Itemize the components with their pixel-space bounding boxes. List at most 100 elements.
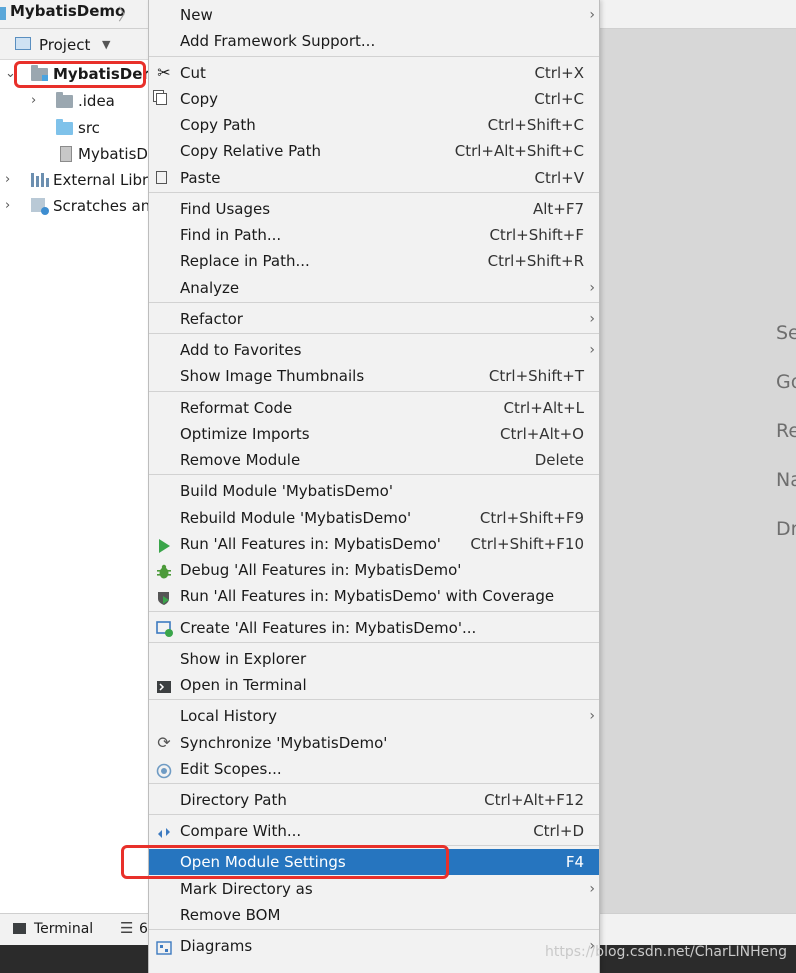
- menu-item-label: Replace in Path...: [180, 252, 310, 270]
- menu-item-label: Reformat Code: [180, 399, 293, 417]
- submenu-arrow-icon: ›: [589, 280, 595, 296]
- scope-icon: [156, 761, 172, 779]
- menu-item-remove-module[interactable]: Remove Module Delete: [149, 447, 599, 473]
- menu-item-label: Remove Module: [180, 451, 301, 469]
- menu-item-open-in-terminal[interactable]: Open in Terminal: [149, 672, 599, 698]
- menu-item-label: Local History: [180, 707, 278, 725]
- menu-item-add-to-favorites[interactable]: Add to Favorites ›: [149, 337, 599, 363]
- menu-item-paste[interactable]: Paste Ctrl+V: [149, 165, 599, 191]
- menu-item-shortcut: Ctrl+Alt+O: [500, 425, 584, 443]
- menu-item-rebuild-module[interactable]: Rebuild Module 'MybatisDemo' Ctrl+Shift+…: [149, 505, 599, 531]
- chevron-right-icon[interactable]: ›: [5, 167, 10, 193]
- menu-item-shortcut: Ctrl+Shift+C: [487, 116, 584, 134]
- menu-item-local-history[interactable]: Local History ›: [149, 703, 599, 729]
- menu-item-shortcut: Ctrl+Shift+F9: [479, 509, 584, 527]
- menu-item-label: Debug 'All Features in: MybatisDemo': [180, 561, 462, 579]
- menu-item-replace-in-path[interactable]: Replace in Path... Ctrl+Shift+R: [149, 248, 599, 274]
- menu-item-debug-all-features[interactable]: Debug 'All Features in: MybatisDemo': [149, 557, 599, 583]
- menu-item-label: Show in Explorer: [180, 650, 307, 668]
- menu-item-mark-directory-as[interactable]: Mark Directory as ›: [149, 876, 599, 902]
- menu-item-shortcut: Ctrl+C: [534, 90, 584, 108]
- scissors-icon: ✂: [157, 63, 171, 82]
- menu-item-copy-relative-path[interactable]: Copy Relative Path Ctrl+Alt+Shift+C: [149, 138, 599, 164]
- project-view-selector[interactable]: Project ▼: [0, 29, 150, 60]
- tree-item-src[interactable]: src: [0, 115, 150, 141]
- tree-item-label: External Libra: [53, 171, 158, 189]
- menu-item-build-module[interactable]: Build Module 'MybatisDemo': [149, 478, 599, 504]
- menu-item-directory-path[interactable]: Directory Path Ctrl+Alt+F12: [149, 787, 599, 813]
- menu-item-label: Copy Path: [180, 116, 256, 134]
- source-folder-icon: [56, 119, 73, 135]
- menu-item-copy-path[interactable]: Copy Path Ctrl+Shift+C: [149, 112, 599, 138]
- menu-item-label: Build Module 'MybatisDemo': [180, 482, 393, 500]
- editor-area: Se Go Re Na Dr: [599, 29, 796, 913]
- menu-item-shortcut: Ctrl+Shift+F: [489, 226, 584, 244]
- module-icon: [0, 7, 6, 20]
- menu-item-shortcut: Ctrl+X: [534, 64, 584, 82]
- menu-item-analyze[interactable]: Analyze ›: [149, 275, 599, 301]
- menu-item-refactor[interactable]: Refactor ›: [149, 306, 599, 332]
- menu-item-shortcut: Ctrl+Shift+T: [488, 367, 584, 385]
- todo-tab[interactable]: 6: [139, 921, 148, 937]
- menu-item-label: Run 'All Features in: MybatisDemo' with …: [180, 587, 555, 605]
- menu-item-optimize-imports[interactable]: Optimize Imports Ctrl+Alt+O: [149, 421, 599, 447]
- submenu-arrow-icon: ›: [589, 7, 595, 23]
- menu-item-create-configuration[interactable]: Create 'All Features in: MybatisDemo'...: [149, 615, 599, 641]
- menu-item-shortcut: Delete: [534, 451, 584, 469]
- menu-item-find-usages[interactable]: Find Usages Alt+F7: [149, 196, 599, 222]
- menu-item-find-in-path[interactable]: Find in Path... Ctrl+Shift+F: [149, 222, 599, 248]
- menu-item-label: Compare With...: [180, 822, 302, 840]
- menu-item-label: Directory Path: [180, 791, 287, 809]
- tree-item-scratches[interactable]: › Scratches and: [0, 193, 160, 219]
- menu-item-diagrams[interactable]: Diagrams ›: [149, 933, 599, 959]
- submenu-arrow-icon: ›: [589, 708, 595, 724]
- menu-item-label: Analyze: [180, 279, 240, 297]
- menu-separator: [149, 192, 599, 193]
- breadcrumb-project[interactable]: MybatisDemo: [10, 2, 125, 20]
- project-view-icon: [15, 37, 31, 50]
- chevron-right-icon[interactable]: ›: [5, 193, 10, 219]
- menu-item-label: Add Framework Support...: [180, 32, 376, 50]
- tree-item-external-libraries[interactable]: › External Libra: [0, 167, 157, 193]
- tree-item-idea[interactable]: › .idea: [0, 88, 150, 114]
- breadcrumb-separator-icon: 〉: [118, 5, 135, 24]
- submenu-arrow-icon: ›: [589, 311, 595, 327]
- tree-item-label: .idea: [78, 92, 115, 110]
- sync-icon: ⟳: [157, 733, 171, 752]
- menu-item-show-in-explorer[interactable]: Show in Explorer: [149, 646, 599, 672]
- menu-item-compare-with[interactable]: Compare With... Ctrl+D: [149, 818, 599, 844]
- menu-item-remove-bom[interactable]: Remove BOM: [149, 902, 599, 928]
- folder-icon: [56, 92, 73, 108]
- menu-item-new[interactable]: New ›: [149, 2, 599, 28]
- project-tool-window: Project ▼ ⌄ MybatisDem › .idea src Mybat…: [0, 29, 160, 913]
- menu-separator: [149, 56, 599, 57]
- menu-item-run-with-coverage[interactable]: Run 'All Features in: MybatisDemo' with …: [149, 583, 599, 609]
- menu-item-edit-scopes[interactable]: Edit Scopes...: [149, 756, 599, 782]
- menu-item-show-image-thumbnails[interactable]: Show Image Thumbnails Ctrl+Shift+T: [149, 363, 599, 389]
- menu-item-label: Rebuild Module 'MybatisDemo': [180, 509, 412, 527]
- terminal-tab[interactable]: Terminal: [34, 921, 93, 937]
- menu-item-reformat-code[interactable]: Reformat Code Ctrl+Alt+L: [149, 395, 599, 421]
- dropdown-arrow-icon[interactable]: ▼: [102, 38, 110, 51]
- tree-item-label: src: [78, 119, 100, 137]
- run-icon: [156, 536, 172, 553]
- menu-item-label: Diagrams: [180, 937, 253, 955]
- menu-item-copy[interactable]: Copy Ctrl+C: [149, 86, 599, 112]
- menu-item-add-framework-support[interactable]: Add Framework Support...: [149, 28, 599, 54]
- menu-item-label: Find in Path...: [180, 226, 282, 244]
- menu-separator: [149, 699, 599, 700]
- menu-separator: [149, 474, 599, 475]
- menu-item-label: Remove BOM: [180, 906, 281, 924]
- menu-item-label: New: [180, 6, 213, 24]
- tree-item-iml-file[interactable]: MybatisD: [0, 141, 150, 167]
- menu-item-label: Show Image Thumbnails: [180, 367, 365, 385]
- menu-item-synchronize[interactable]: ⟳ Synchronize 'MybatisDemo': [149, 730, 599, 756]
- menu-item-cut[interactable]: ✂ Cut Ctrl+X: [149, 60, 599, 86]
- chevron-right-icon[interactable]: ›: [31, 88, 36, 114]
- create-config-icon: [156, 620, 173, 637]
- menu-item-run-all-features[interactable]: Run 'All Features in: MybatisDemo' Ctrl+…: [149, 531, 599, 557]
- menu-item-shortcut: Ctrl+Alt+L: [503, 399, 585, 417]
- compare-icon: [156, 823, 172, 839]
- menu-separator: [149, 611, 599, 612]
- menu-item-label: Paste: [180, 169, 221, 187]
